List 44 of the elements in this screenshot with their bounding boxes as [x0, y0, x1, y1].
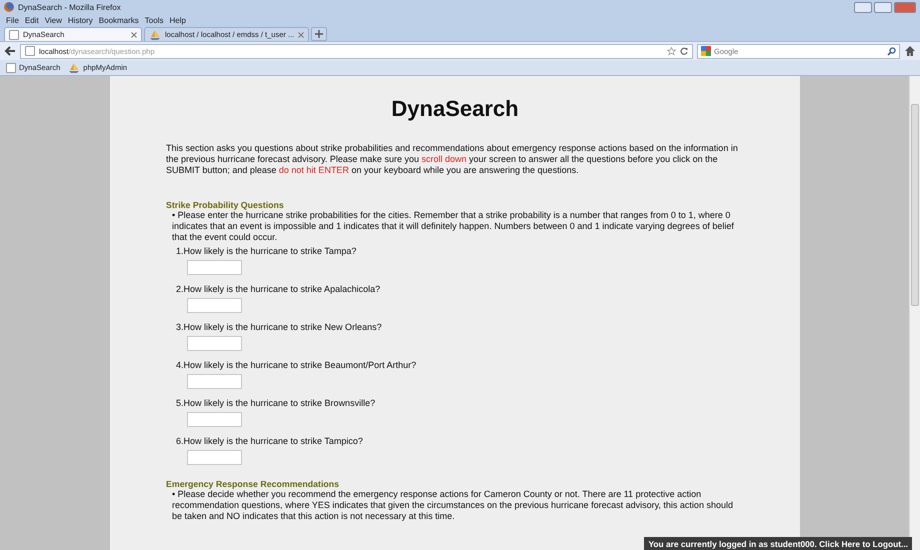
answer-field[interactable]	[187, 298, 242, 313]
question-label: 4.How likely is the hurricane to strike Beaumont/Port Arthur?	[176, 360, 418, 371]
sailboat-icon	[149, 28, 161, 40]
sailboat-icon	[68, 62, 80, 74]
answer-field[interactable]	[187, 450, 242, 465]
instruction-paragraph: • Please decide whether you recommend the emergency response actions for Cameron County or not. There are 11 protective action recommendation questions, where YES indicates that given the circumstances on the previous hurricane forecast advisory, this action should be taken and NO indicates that this action is not necessary at this time.	[171, 489, 734, 522]
new-tab-button[interactable]	[311, 27, 328, 41]
section-heading: Strike Probability Questions	[166, 200, 285, 210]
menu-item[interactable]: File	[6, 16, 19, 25]
page-title: DynaSearch	[390, 96, 520, 122]
question-label: 1.How likely is the hurricane to strike Tampa?	[176, 246, 358, 257]
window-title: DynaSearch - Mozilla Firefox	[18, 2, 122, 12]
intro-paragraph: This section asks you questions about strike probabilities and recommendations about emergency response actions based on the information in the previous hurricane forecast advisory. Please make sure you scroll down your screen to answer all the questions before you click on the SUBMIT button; and please do not hit ENTER on your keyboard while you are answering the questions.	[166, 143, 739, 176]
answer-field[interactable]	[187, 412, 242, 427]
question-label: 2.How likely is the hurricane to strike Apalachicola?	[176, 284, 382, 295]
google-icon	[701, 46, 711, 56]
restore-button[interactable]	[874, 2, 892, 12]
answer-field[interactable]	[187, 336, 242, 351]
close-button[interactable]	[894, 2, 916, 12]
home-icon[interactable]	[904, 45, 916, 57]
instruction-paragraph: • Please enter the hurricane strike probabilities for the cities. Remember that a strike probability is a number that ranges from 0 to 1, where 0 indicates that an event is impossible and 1 indicates that it will definitely happen. Numbers between 0 and 1 indicate varying degrees of belief that the event could occur.	[171, 210, 735, 243]
firefox-icon	[4, 2, 14, 12]
scrollbar[interactable]	[909, 76, 920, 550]
back-icon[interactable]	[4, 45, 16, 57]
reload-icon[interactable]	[680, 47, 688, 55]
menu-item[interactable]: Edit	[24, 16, 39, 25]
menu-item[interactable]: View	[44, 16, 62, 25]
section-heading: Emergency Response Recommendations	[166, 479, 340, 489]
question-label: 5.How likely is the hurricane to strike Brownsville?	[176, 398, 376, 409]
answer-field[interactable]	[187, 374, 242, 389]
close-tab-icon[interactable]	[298, 32, 304, 38]
menu-item[interactable]: Bookmarks	[98, 16, 139, 25]
question-label: 6.How likely is the hurricane to strike Tampico?	[176, 436, 364, 447]
star-icon[interactable]	[667, 46, 676, 56]
close-tab-icon[interactable]	[131, 32, 137, 38]
menu-item[interactable]: History	[68, 16, 93, 25]
minimize-button[interactable]	[854, 2, 872, 12]
answer-field[interactable]	[187, 260, 242, 275]
menu-item[interactable]: Tools	[144, 16, 164, 25]
menu-item[interactable]: Help	[169, 16, 186, 25]
logout-link[interactable]: You are currently logged in as student000. Click Here to Logout...	[644, 537, 912, 550]
question-label: 3.How likely is the hurricane to strike New Orleans?	[176, 322, 383, 333]
search-icon[interactable]	[887, 46, 896, 56]
plus-icon	[315, 30, 324, 38]
